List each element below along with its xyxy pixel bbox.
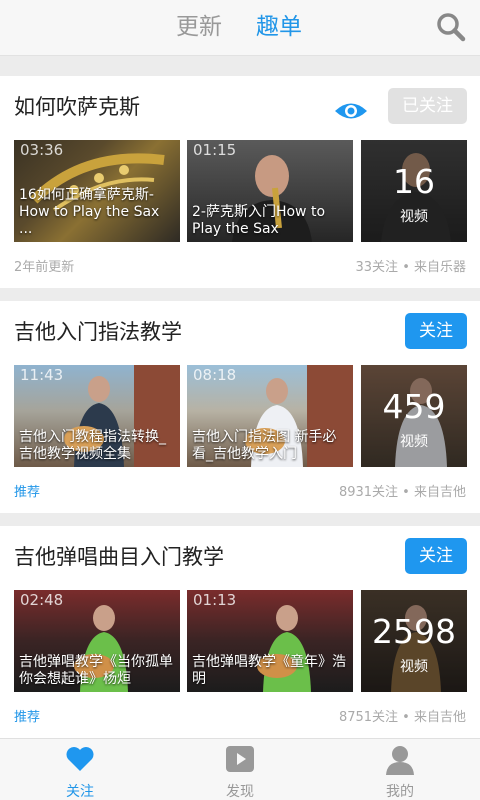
video-thumbnail[interactable]: 08:18 吉他入门指法图 新手必看_吉他教学入门 <box>187 365 353 467</box>
video-duration: 01:15 <box>193 141 237 159</box>
follow-button[interactable]: 关注 <box>405 538 467 574</box>
video-thumbnail[interactable]: 03:36 16如何正确拿萨克斯-How to Play the Sax ... <box>14 140 180 242</box>
eye-icon <box>335 103 367 119</box>
video-thumbnails: 02:48 吉他弹唱教学《当你孤单你会想起谁》杨烜 01:13 吉他弹唱教学《童… <box>14 590 467 692</box>
playlist-meta: 8931关注 • 来自吉他 <box>338 485 466 500</box>
search-icon[interactable] <box>436 12 466 42</box>
bottom-nav: 关注 发现 我的 <box>0 738 480 800</box>
video-duration: 01:13 <box>193 591 237 609</box>
heart-icon <box>66 747 94 771</box>
playlist-card[interactable]: 吉他弹唱曲目入门教学 关注 02:48 吉他弹唱教学《当你孤单你会想起谁》杨烜 … <box>0 526 480 738</box>
video-caption: 吉他入门教程指法转换_吉他教学视频全集 <box>19 429 166 462</box>
video-duration: 11:43 <box>20 366 64 384</box>
video-thumbnails: 11:43 吉他入门教程指法转换_吉他教学视频全集 08:18 吉他入门指法图 … <box>14 365 467 467</box>
recommend-tag: 推荐 <box>14 710 41 725</box>
video-count-label: 视频 <box>400 209 428 225</box>
video-count: 16 <box>393 162 435 201</box>
playlist-title: 吉他入门指法教学 <box>14 320 182 344</box>
video-caption: 16如何正确拿萨克斯-How to Play the Sax ... <box>19 187 160 237</box>
video-thumbnails: 03:36 16如何正确拿萨克斯-How to Play the Sax ...… <box>14 140 467 242</box>
video-thumbnail[interactable]: 01:15 2-萨克斯入门How to Play the Sax <box>187 140 353 242</box>
tab-updates[interactable]: 更新 <box>176 12 222 42</box>
video-caption: 吉他弹唱教学《当你孤单你会想起谁》杨烜 <box>19 654 173 687</box>
video-count-label: 视频 <box>400 659 428 675</box>
video-caption: 2-萨克斯入门How to Play the Sax <box>192 204 326 237</box>
video-caption: 吉他弹唱教学《童年》浩明 <box>192 654 346 687</box>
video-count: 459 <box>382 387 446 426</box>
top-bar: 更新 趣单 <box>0 0 480 56</box>
playlist-more-thumbnail[interactable]: 2598 视频 <box>361 590 467 692</box>
nav-mine[interactable]: 我的 <box>360 739 440 800</box>
playlist-title: 如何吹萨克斯 <box>14 95 140 119</box>
user-icon <box>386 746 414 775</box>
app: 更新 趣单 如何吹萨克斯 已关注 03:36 16如何正确拿萨克斯-How to… <box>0 0 480 800</box>
playlist-meta: 8751关注 • 来自吉他 <box>338 710 466 725</box>
recommend-tag: 推荐 <box>14 485 41 500</box>
nav-label: 发现 <box>226 784 254 800</box>
nav-discover[interactable]: 发现 <box>200 739 280 800</box>
follow-button[interactable]: 关注 <box>405 313 467 349</box>
playlist-card[interactable]: 如何吹萨克斯 已关注 03:36 16如何正确拿萨克斯-How to Play … <box>0 76 480 288</box>
nav-label: 我的 <box>386 784 414 800</box>
video-thumbnail[interactable]: 11:43 吉他入门教程指法转换_吉他教学视频全集 <box>14 365 180 467</box>
followed-button[interactable]: 已关注 <box>388 88 467 124</box>
playlist-card[interactable]: 吉他入门指法教学 关注 11:43 吉他入门教程指法转换_吉他教学视频全集 08… <box>0 301 480 513</box>
playlist-meta: 33关注 • 来自乐器 <box>355 260 466 275</box>
tab-qudan[interactable]: 趣单 <box>256 12 302 42</box>
playlist-more-thumbnail[interactable]: 459 视频 <box>361 365 467 467</box>
video-thumbnail[interactable]: 02:48 吉他弹唱教学《当你孤单你会想起谁》杨烜 <box>14 590 180 692</box>
nav-label: 关注 <box>66 784 94 800</box>
video-count-label: 视频 <box>400 434 428 450</box>
nav-follow[interactable]: 关注 <box>40 739 120 800</box>
play-icon <box>226 746 254 772</box>
update-time: 2年前更新 <box>14 260 75 275</box>
video-count: 2598 <box>372 612 456 651</box>
video-thumbnail[interactable]: 01:13 吉他弹唱教学《童年》浩明 <box>187 590 353 692</box>
video-duration: 02:48 <box>20 591 64 609</box>
video-caption: 吉他入门指法图 新手必看_吉他教学入门 <box>192 429 337 462</box>
playlist-more-thumbnail[interactable]: 16 视频 <box>361 140 467 242</box>
video-duration: 03:36 <box>20 141 64 159</box>
playlist-title: 吉他弹唱曲目入门教学 <box>14 545 224 569</box>
video-duration: 08:18 <box>193 366 237 384</box>
